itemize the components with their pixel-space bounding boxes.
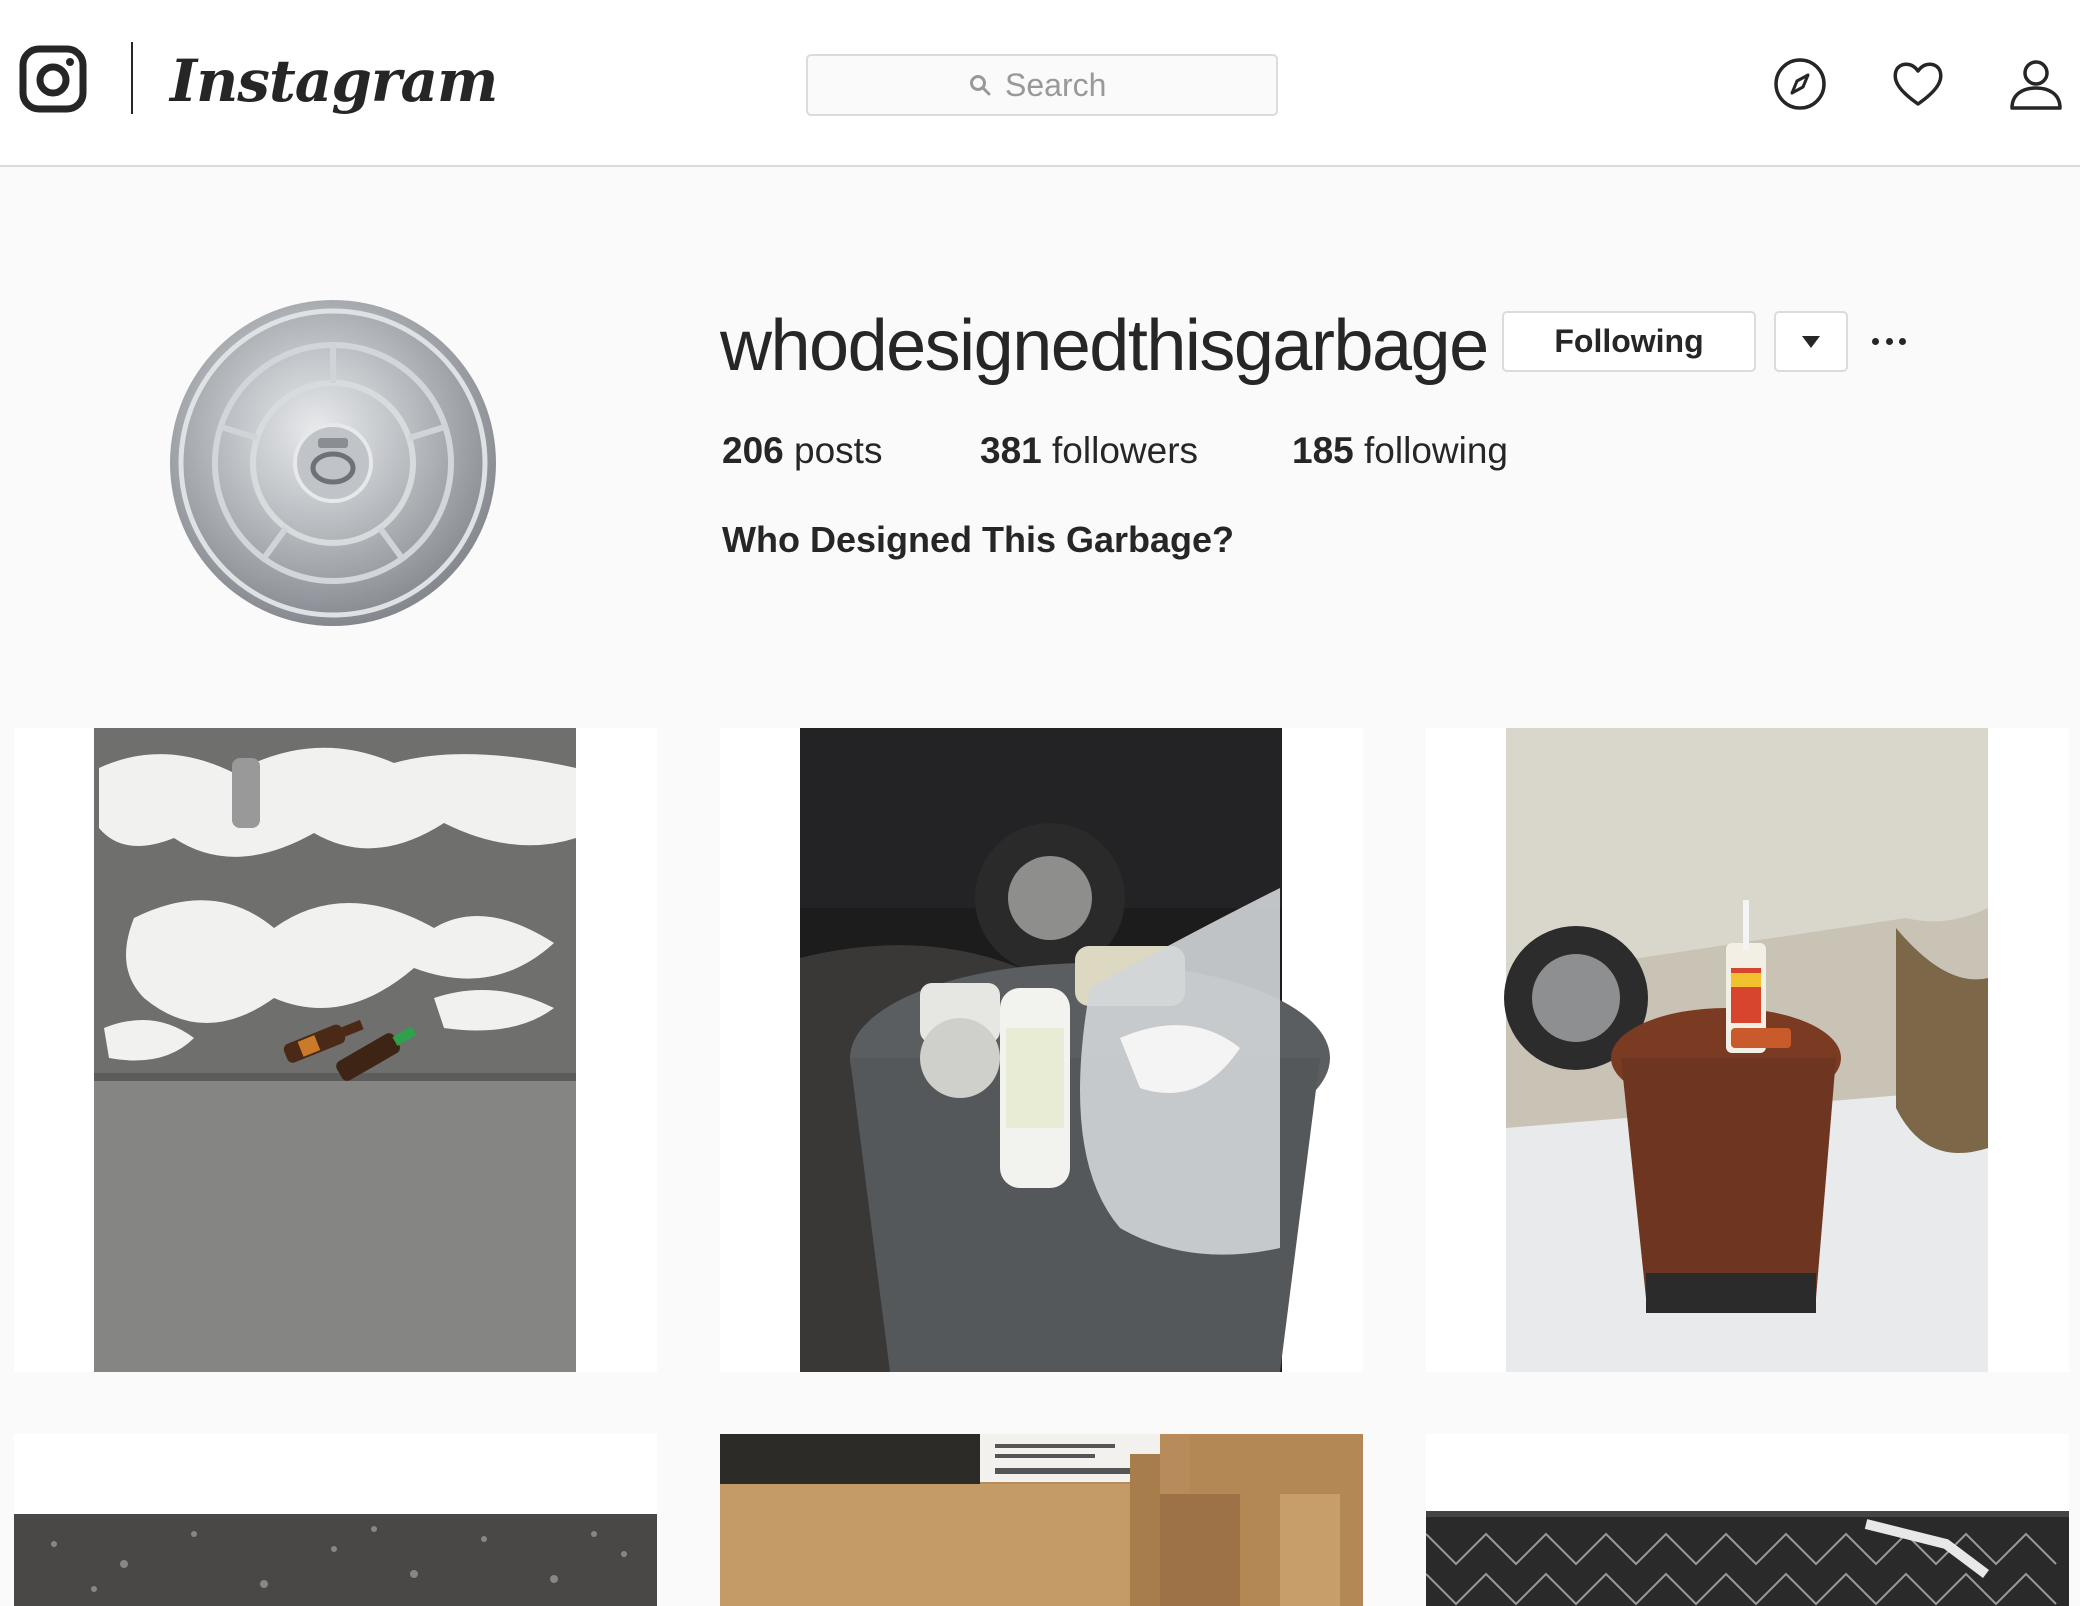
posts-label: posts (794, 430, 883, 471)
post-thumbnail[interactable] (14, 1434, 657, 1606)
search-box[interactable] (806, 54, 1278, 116)
profile-username: whodesignedthisgarbage (720, 306, 1489, 386)
post-thumbnail[interactable] (1426, 1434, 2069, 1606)
post-thumbnail[interactable] (1426, 728, 2069, 1372)
following-link[interactable]: 185 following (1292, 421, 1508, 481)
compass-icon[interactable] (1772, 56, 1828, 112)
suggestions-dropdown-button[interactable] (1774, 311, 1848, 372)
dot (1872, 337, 1879, 345)
dot (1885, 337, 1893, 345)
search-input[interactable] (1005, 66, 1115, 104)
search-inner (808, 56, 1276, 114)
profile-full-name: Who Designed This Garbage? (722, 519, 1235, 560)
instagram-glyph-icon[interactable] (19, 45, 87, 113)
followers-label: followers (1052, 430, 1199, 471)
nav-divider (131, 42, 133, 114)
post-thumbnail[interactable] (720, 1434, 1363, 1606)
following-count: 185 (1292, 430, 1354, 471)
followers-link[interactable]: 381 followers (980, 421, 1198, 481)
instagram-wordmark[interactable]: Instagram (170, 36, 498, 126)
top-navigation-bar: Instagram (0, 0, 2080, 167)
profile-avatar[interactable] (168, 298, 498, 628)
posts-count-stat: 206 posts (722, 421, 882, 481)
user-icon[interactable] (2008, 56, 2064, 112)
following-button[interactable]: Following (1502, 311, 1756, 372)
caret-down-icon (1802, 335, 1820, 348)
following-label: following (1364, 430, 1508, 471)
post-thumbnail[interactable] (14, 728, 657, 1372)
posts-count: 206 (722, 430, 784, 471)
post-thumbnail[interactable] (720, 728, 1363, 1372)
search-icon (970, 75, 991, 96)
trash-can-lid-image (170, 300, 496, 626)
more-options-icon[interactable] (1872, 326, 1906, 356)
followers-count: 381 (980, 430, 1042, 471)
heart-icon[interactable] (1890, 56, 1946, 112)
dot (1899, 337, 1906, 345)
